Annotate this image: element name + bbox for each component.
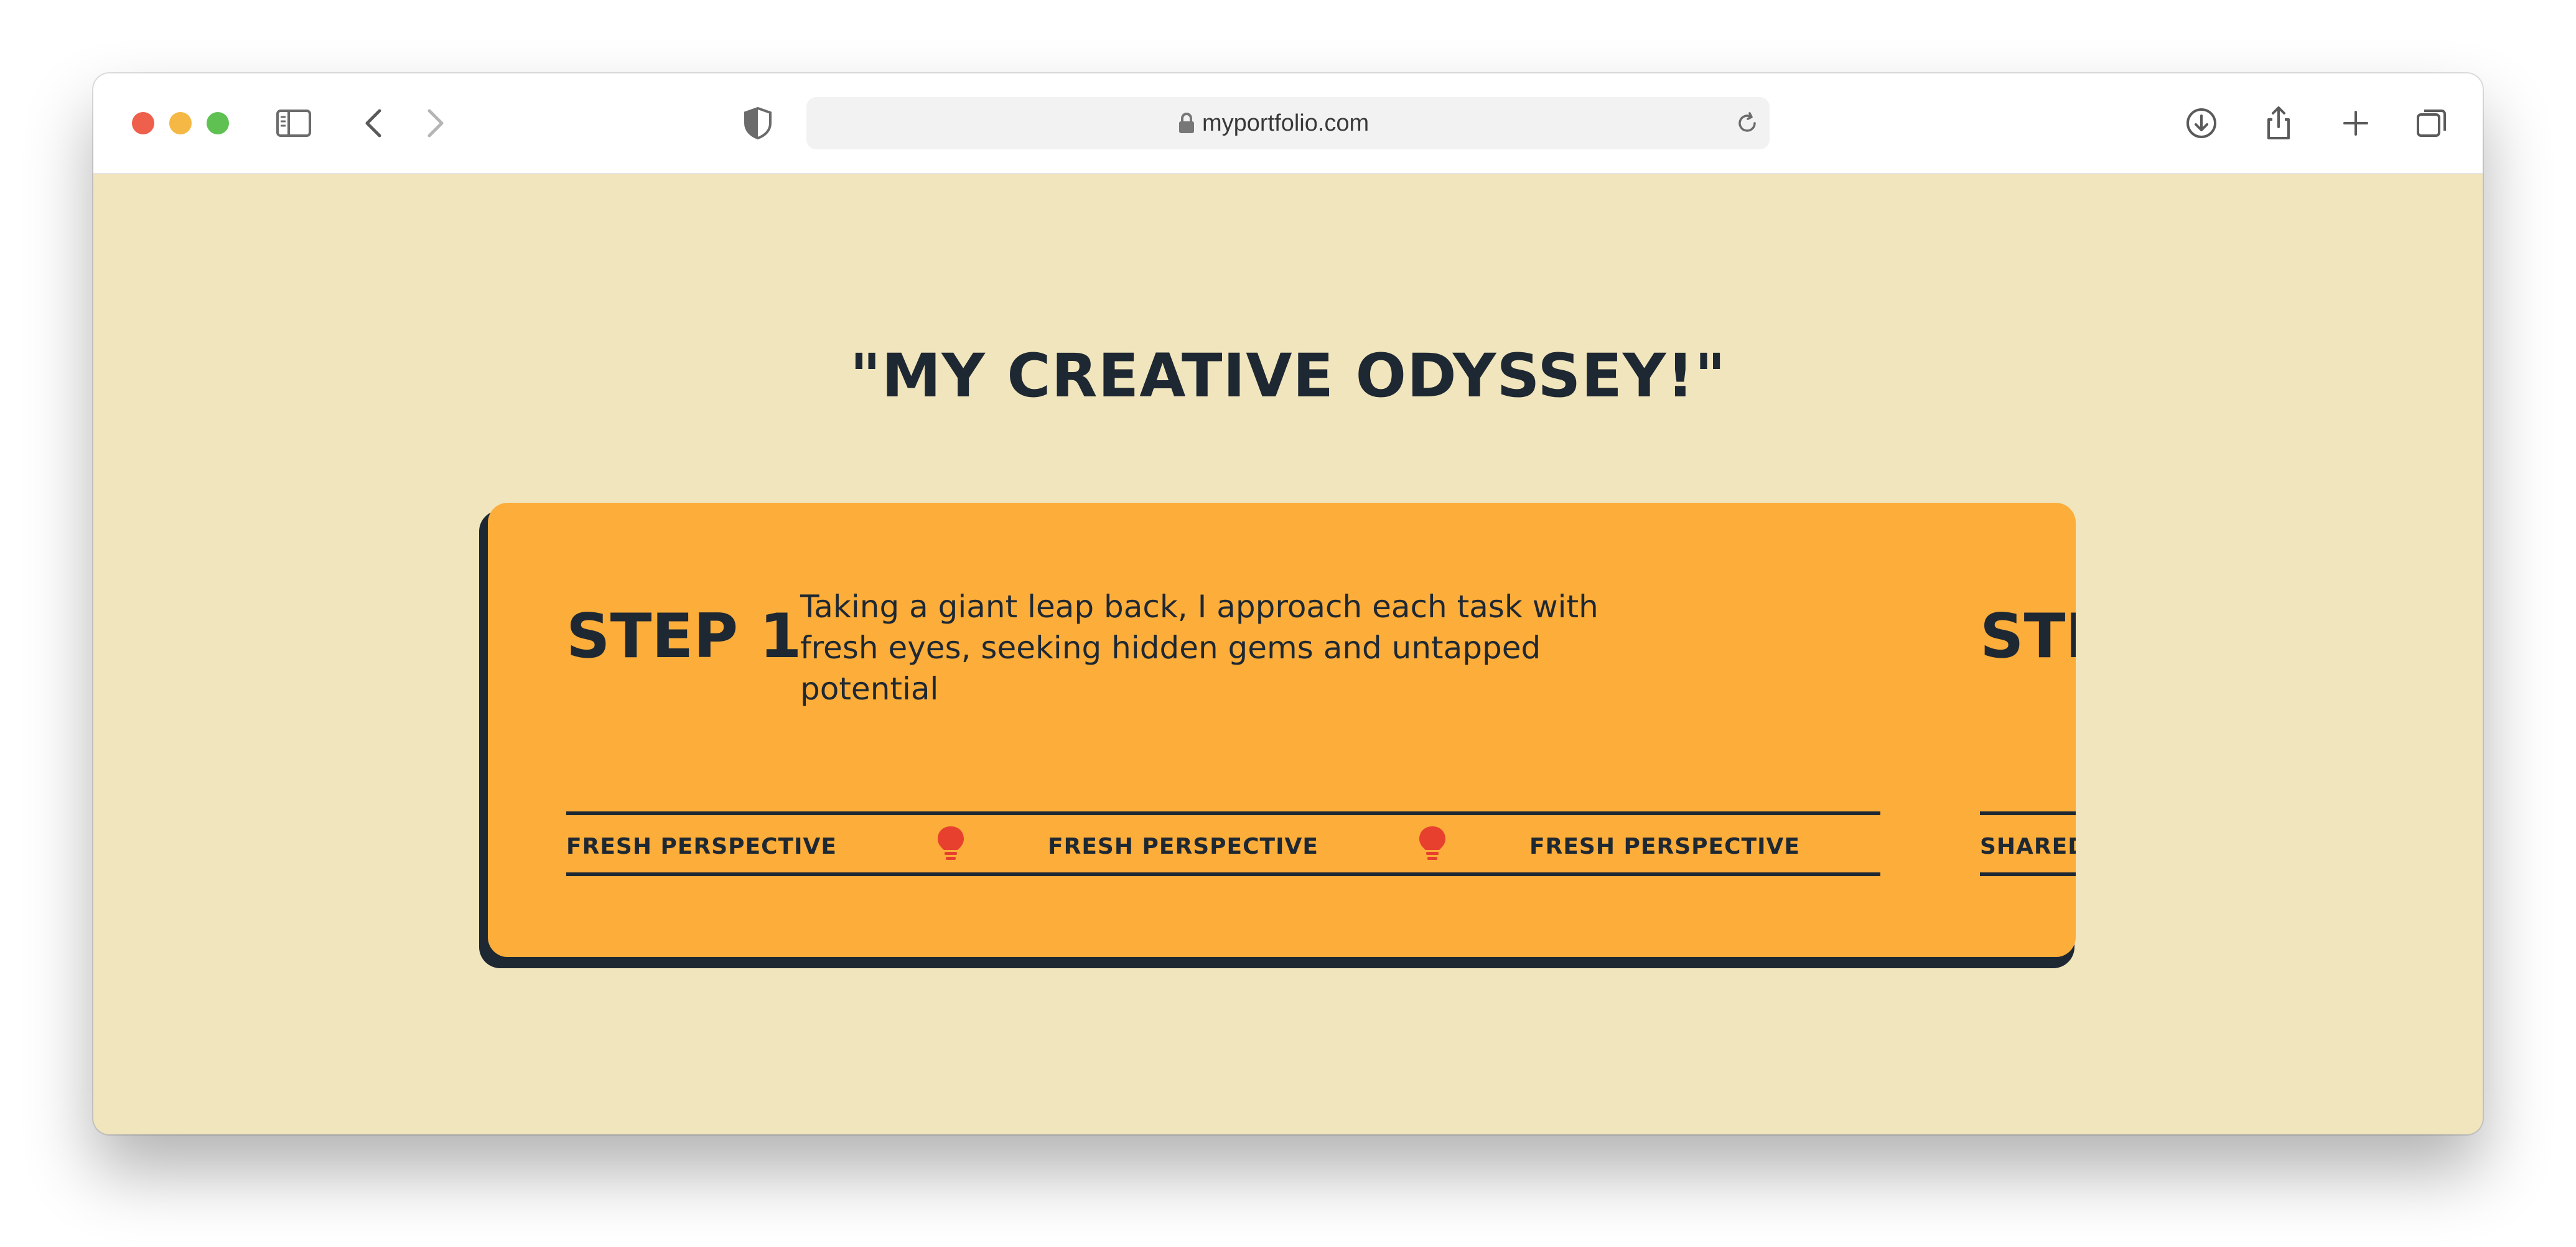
ticker-item: FRESH PERSPECTIVE: [566, 834, 837, 859]
ticker-item: FRESH PERSPECTIVE: [1529, 834, 1800, 859]
url-text: myportfolio.com: [1202, 110, 1370, 136]
plus-icon[interactable]: [2336, 103, 2376, 143]
page-title: "MY CREATIVE ODYSSEY!": [849, 341, 1727, 411]
page-content: "MY CREATIVE ODYSSEY!" STEP 1 Taking a g…: [93, 173, 2483, 1134]
browser-toolbar: myportfolio.com: [93, 73, 2483, 174]
close-window-button[interactable]: [132, 112, 154, 134]
step-2-ticker: SHARED: [1980, 811, 2076, 876]
share-icon[interactable]: [2259, 103, 2298, 143]
address-bar[interactable]: myportfolio.com: [806, 97, 1770, 149]
shield-icon[interactable]: [738, 103, 778, 143]
step-1-description: Taking a giant leap back, I approach eac…: [800, 589, 1598, 707]
zoom-window-button[interactable]: [207, 112, 229, 134]
ticker-item: FRESH PERSPECTIVE: [1048, 834, 1318, 859]
step-2-label: STE: [1980, 601, 2076, 672]
download-icon[interactable]: [2182, 103, 2221, 143]
sidebar-icon[interactable]: [274, 103, 314, 143]
step-1-ticker: FRESH PERSPECTIVE FRESH PERSPECTIVE FRES…: [566, 811, 1880, 876]
lightbulb-icon: [938, 826, 964, 860]
step-1-label: STEP 1: [566, 601, 802, 672]
lock-icon: [1179, 113, 1194, 133]
chevron-left-icon[interactable]: [355, 103, 394, 143]
chevron-right-icon[interactable]: [414, 103, 454, 143]
minimize-window-button[interactable]: [169, 112, 192, 134]
ticker-item: SHARED: [1980, 834, 2076, 859]
tabs-overview-icon[interactable]: [2412, 103, 2452, 143]
reload-icon[interactable]: [1732, 108, 1762, 138]
browser-window: myportfolio.com "MY CREATIVE ODYSSEY!" S…: [93, 73, 2483, 1134]
lightbulb-icon: [1419, 826, 1445, 860]
steps-card: STEP 1 Taking a giant leap back, I appro…: [488, 503, 2076, 957]
